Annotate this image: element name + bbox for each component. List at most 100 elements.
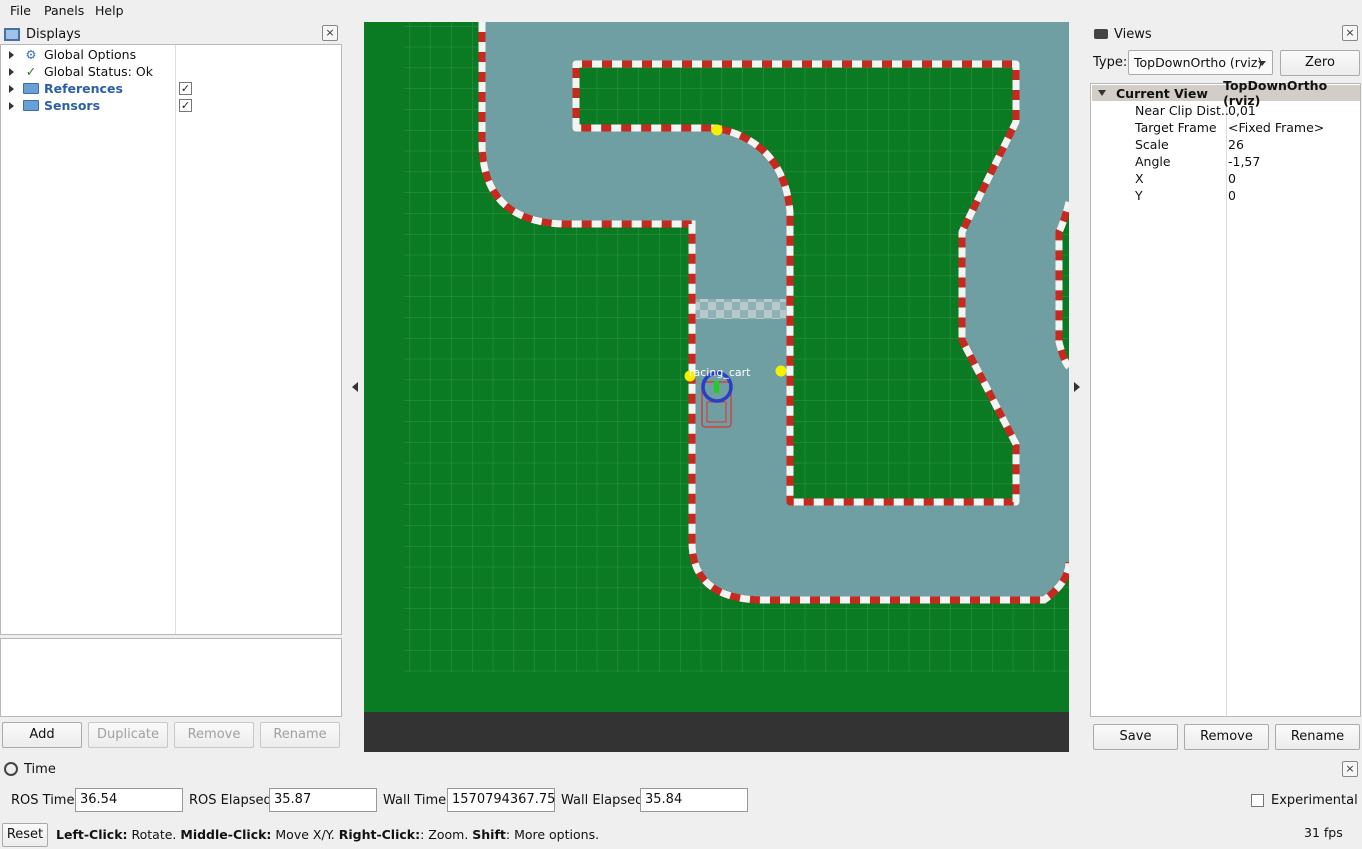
views-title-bar: Views: [1094, 25, 1354, 43]
view-property-row[interactable]: Near Clip Dist... 0,01: [1091, 102, 1359, 119]
check-icon: ✓: [25, 64, 37, 79]
view-property-value[interactable]: -1,57: [1228, 154, 1260, 169]
display-tree-label: References: [44, 81, 123, 96]
folder-icon: [23, 100, 39, 111]
remove-view-button[interactable]: Remove: [1184, 724, 1269, 750]
type-select-value: TopDownOrtho (rviz): [1134, 55, 1263, 70]
checkmark-icon: ✓: [180, 82, 191, 95]
wall-time-label: Wall Time:: [383, 793, 451, 808]
status-bar: Reset Left-Click: Rotate. Middle-Click: …: [0, 820, 1362, 849]
start-finish-line: [694, 299, 786, 319]
wall-time-field[interactable]: 1570794367.75: [447, 788, 555, 812]
current-view-name: Current View: [1116, 85, 1208, 101]
type-select[interactable]: TopDownOrtho (rviz): [1128, 50, 1273, 75]
time-panel: Time × ROS Time: 36.54 ROS Elapsed: 35.8…: [0, 758, 1362, 818]
display-description-box: [0, 638, 342, 717]
collapse-left-arrow-icon[interactable]: [352, 382, 358, 392]
displays-panel: Displays × ⚙ Global Options ✓ Global Status…: [0, 22, 343, 752]
fps-counter: 31 fps: [1304, 825, 1343, 840]
view-property-value[interactable]: 0: [1228, 188, 1236, 203]
time-title: Time: [24, 761, 56, 777]
views-title: Views: [1114, 26, 1152, 42]
displays-tree: ⚙ Global Options ✓ Global Status: Ok Referen…: [0, 44, 342, 635]
view-property-name: Y: [1135, 188, 1143, 203]
expand-arrow-icon[interactable]: [9, 101, 14, 110]
display-tree-item[interactable]: ✓ Global Status: Ok: [1, 63, 153, 80]
expand-arrow-icon[interactable]: [9, 84, 14, 93]
hint-mid-key: Middle-Click:: [180, 827, 272, 842]
hint-mid: Move X/Y.: [271, 827, 339, 842]
interaction-hint: Left-Click: Rotate. Middle-Click: Move X…: [56, 827, 599, 842]
hint-right-key: Right-Click:: [338, 827, 421, 842]
tree-column-divider: [175, 45, 176, 634]
type-label: Type:: [1093, 55, 1128, 70]
clock-icon: [4, 762, 18, 776]
duplicate-button[interactable]: Duplicate: [88, 722, 168, 748]
menu-help[interactable]: Help: [95, 3, 124, 18]
experimental-checkbox[interactable]: [1251, 794, 1264, 807]
display-tree-item[interactable]: Sensors: [1, 97, 100, 114]
view-property-row[interactable]: X0: [1091, 170, 1359, 187]
wall-elapsed-label: Wall Elapsed:: [561, 793, 648, 808]
save-view-button[interactable]: Save: [1093, 724, 1178, 750]
experimental-label: Experimental: [1271, 793, 1358, 808]
ros-time-field[interactable]: 36.54: [75, 788, 183, 812]
hint-left-key: Left-Click:: [56, 827, 128, 842]
view-property-name: X: [1135, 171, 1144, 186]
expand-arrow-icon[interactable]: [9, 67, 14, 76]
expand-arrow-icon[interactable]: [9, 50, 14, 59]
display-tree-label: Global Options: [44, 47, 137, 62]
menu-file[interactable]: File: [10, 3, 31, 18]
wall-elapsed-field[interactable]: 35.84: [640, 788, 748, 812]
display-enable-checkbox[interactable]: ✓: [179, 99, 192, 112]
time-title-bar: Time: [4, 761, 56, 777]
rviz-window: File Panels Help Displays × ⚙ Global Opti…: [0, 0, 1362, 849]
cart-frame-label: racing_cart: [689, 366, 751, 379]
menu-bar: File Panels Help: [0, 0, 1362, 21]
view-property-value[interactable]: 0,01: [1228, 103, 1256, 118]
view-property-row[interactable]: Angle -1,57: [1091, 153, 1359, 170]
view-property-value[interactable]: 26: [1228, 137, 1244, 152]
ros-elapsed-label: ROS Elapsed:: [189, 793, 277, 808]
view-property-value[interactable]: <Fixed Frame>: [1228, 120, 1324, 135]
menu-panels[interactable]: Panels: [44, 3, 84, 18]
bottom-bar: [364, 712, 1069, 752]
reset-button[interactable]: Reset: [2, 823, 48, 847]
view-property-row[interactable]: Scale 26: [1091, 136, 1359, 153]
views-properties: Current View TopDownOrtho (rviz) Near Cl…: [1090, 78, 1361, 717]
view-property-row[interactable]: Y0: [1091, 187, 1359, 204]
ros-time-label: ROS Time:: [11, 793, 79, 808]
views-panel: Views × Type: TopDownOrtho (rviz) Zero C…: [1090, 22, 1362, 752]
monitor-icon: [4, 27, 20, 41]
add-button[interactable]: Add: [2, 722, 82, 748]
displays-title-bar: Displays: [2, 24, 342, 44]
views-close-button[interactable]: ×: [1342, 25, 1358, 41]
hint-right: : Zoom.: [420, 827, 473, 842]
time-close-button[interactable]: ×: [1342, 761, 1358, 777]
zero-button[interactable]: Zero: [1280, 50, 1360, 76]
display-tree-item[interactable]: References: [1, 80, 123, 97]
display-tree-label: Global Status: Ok: [44, 64, 153, 79]
cart-axis-marker: [714, 381, 719, 393]
camera-icon: [1094, 29, 1108, 39]
remove-display-button[interactable]: Remove: [174, 722, 254, 748]
display-tree-item[interactable]: ⚙ Global Options: [1, 46, 136, 63]
display-enable-checkbox[interactable]: ✓: [179, 82, 192, 95]
hint-shift-key: Shift: [472, 827, 506, 842]
view-property-name: Angle: [1135, 154, 1171, 169]
displays-title: Displays: [26, 26, 81, 42]
view-property-row[interactable]: Target Frame <Fixed Frame>: [1091, 119, 1359, 136]
expand-down-icon[interactable]: [1098, 90, 1106, 96]
view-property-value[interactable]: 0: [1228, 171, 1236, 186]
checkmark-icon: ✓: [180, 99, 191, 112]
displays-close-button[interactable]: ×: [322, 25, 338, 41]
view-property-name: Near Clip Dist...: [1135, 103, 1228, 118]
rename-display-button[interactable]: Rename: [260, 722, 340, 748]
ros-elapsed-field[interactable]: 35.87: [269, 788, 377, 812]
current-view-header[interactable]: Current View TopDownOrtho (rviz): [1092, 78, 1360, 108]
rename-view-button[interactable]: Rename: [1275, 724, 1360, 750]
collapse-right-arrow-icon[interactable]: [1074, 382, 1080, 392]
folder-icon: [23, 83, 39, 94]
view-property-name: Target Frame: [1135, 120, 1217, 135]
render-viewport[interactable]: racing_cart: [364, 22, 1069, 752]
